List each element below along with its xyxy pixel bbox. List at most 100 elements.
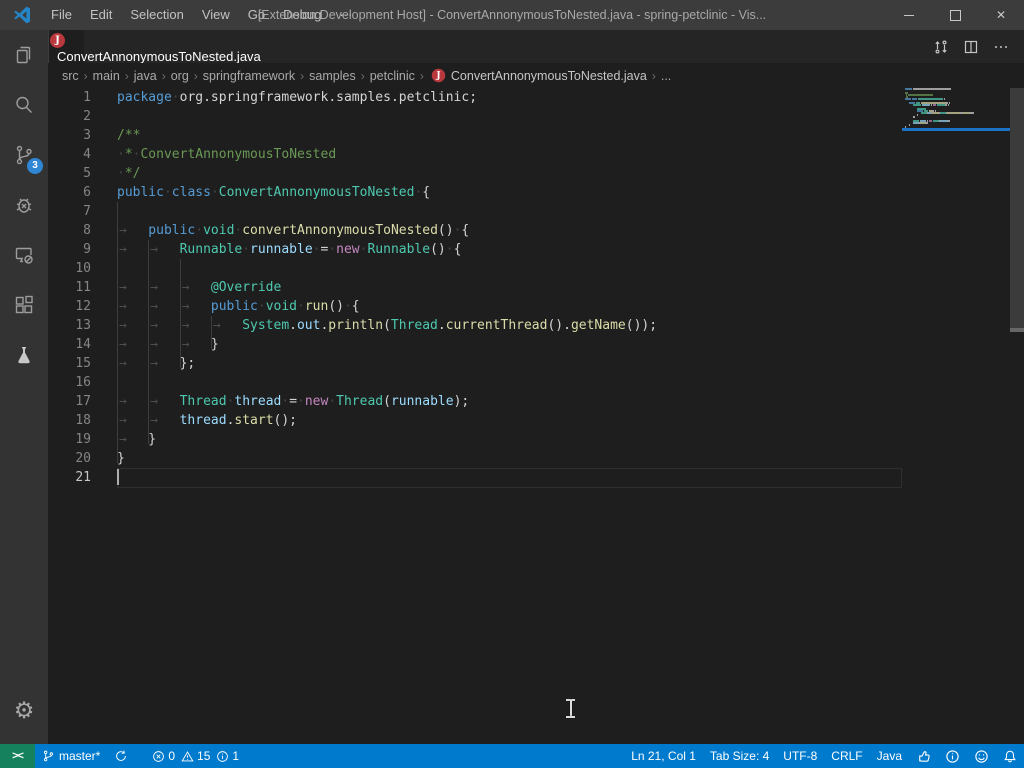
breadcrumb-item[interactable]: springframework: [203, 69, 295, 83]
breadcrumb-item[interactable]: org: [171, 69, 189, 83]
code-line[interactable]: →→→→System.out.println(Thread.currentThr…: [117, 316, 904, 335]
minimap-current-line: [902, 128, 1010, 131]
minimap-content: [905, 88, 1010, 130]
activity-remote-explorer[interactable]: [0, 230, 48, 280]
tab-label: ConvertAnnonymousToNested.java: [57, 49, 261, 64]
code-line[interactable]: }: [117, 449, 904, 468]
explorer-icon: [12, 43, 36, 67]
remote-indicator[interactable]: ><: [0, 744, 35, 768]
status-bar: >< master* 0 15 1 Ln 21, Col 1 Tab Size:…: [0, 744, 1024, 768]
code-line[interactable]: package·org.springframework.samples.petc…: [117, 88, 904, 107]
line-number: 19: [48, 430, 112, 449]
tab-active-file[interactable]: J ConvertAnnonymousToNested.java ✕: [48, 30, 84, 63]
more-actions-button[interactable]: [986, 34, 1016, 60]
menu-overflow[interactable]: ···: [330, 0, 361, 30]
line-number: 3: [48, 126, 112, 145]
activity-extensions[interactable]: [0, 280, 48, 330]
java-server-status[interactable]: [909, 744, 938, 768]
git-branch-icon: [42, 749, 55, 763]
code-line[interactable]: ·*/: [117, 164, 904, 183]
breadcrumb-item[interactable]: petclinic: [370, 69, 415, 83]
code-token: (: [383, 318, 391, 333]
java-status-info[interactable]: [938, 744, 967, 768]
encoding-status[interactable]: UTF-8: [776, 744, 824, 768]
settings-gear-icon: ⚙: [14, 700, 35, 723]
activity-debug[interactable]: [0, 180, 48, 230]
code-token: Thread: [180, 394, 227, 409]
editor-actions: [926, 30, 1016, 63]
code-line[interactable]: [117, 468, 904, 487]
activity-settings[interactable]: ⚙: [0, 686, 48, 736]
breadcrumb-item[interactable]: src: [62, 69, 79, 83]
code-token: Runnable: [180, 242, 243, 257]
menu-go[interactable]: Go: [239, 0, 274, 30]
activity-test-explorer[interactable]: [0, 330, 48, 380]
menu-edit[interactable]: Edit: [81, 0, 121, 30]
code-token: new: [305, 394, 328, 409]
space-whitespace: ·: [117, 166, 125, 181]
feedback[interactable]: [967, 744, 996, 768]
remote-explorer-icon: [12, 243, 36, 267]
code-token: ().: [547, 318, 570, 333]
code-line[interactable]: →→};: [117, 354, 904, 373]
problems-status[interactable]: 0 15 1: [139, 744, 246, 768]
menu-debug[interactable]: Debug: [274, 0, 330, 30]
scrollbar-slider[interactable]: [1010, 88, 1024, 328]
code-line[interactable]: public·class·ConvertAnnonymousToNested·{: [117, 183, 904, 202]
menu-file[interactable]: File: [42, 0, 81, 30]
activity-search[interactable]: [0, 80, 48, 130]
git-branch-status[interactable]: master*: [35, 744, 107, 768]
open-changes-button[interactable]: [926, 34, 956, 60]
code-line[interactable]: →→thread.start();: [117, 411, 904, 430]
code-line[interactable]: →public·void·convertAnnonymousToNested()…: [117, 221, 904, 240]
eol-status[interactable]: CRLF: [824, 744, 869, 768]
code-token: getName: [571, 318, 626, 333]
code-token: package: [117, 90, 172, 105]
close-icon: ✕: [996, 8, 1006, 22]
scm-badge: 3: [27, 158, 43, 174]
breadcrumb-overflow[interactable]: ...: [661, 69, 671, 83]
line-number: 2: [48, 107, 112, 126]
code-line[interactable]: →}: [117, 430, 904, 449]
code-line[interactable]: →→→@Override: [117, 278, 904, 297]
minimap[interactable]: [905, 88, 1010, 744]
code-token: currentThread: [446, 318, 548, 333]
minimize-button[interactable]: [886, 0, 932, 30]
close-button[interactable]: ✕: [978, 0, 1024, 30]
cursor-position-status[interactable]: Ln 21, Col 1: [624, 744, 703, 768]
minimize-icon: [904, 15, 914, 16]
code-line[interactable]: [117, 373, 904, 392]
menu-view[interactable]: View: [193, 0, 239, 30]
warning-count: 15: [197, 749, 210, 763]
code-token: new: [336, 242, 359, 257]
java-file-icon: J: [432, 69, 446, 83]
code-lines[interactable]: package·org.springframework.samples.petc…: [117, 88, 904, 487]
code-line[interactable]: →→→public·void·run()·{: [117, 297, 904, 316]
code-line[interactable]: →→Runnable·runnable·=·new·Runnable()·{: [117, 240, 904, 259]
code-token: (): [328, 299, 344, 314]
extensions-icon: [12, 293, 36, 317]
activity-source-control[interactable]: 3: [0, 130, 48, 180]
breadcrumb-file[interactable]: ConvertAnnonymousToNested.java: [451, 69, 647, 83]
indentation-status[interactable]: Tab Size: 4: [703, 744, 776, 768]
test-flask-icon: [12, 343, 36, 367]
breadcrumb-item[interactable]: java: [134, 69, 157, 83]
language-mode-status[interactable]: Java: [870, 744, 909, 768]
code-line[interactable]: [117, 259, 904, 278]
code-line[interactable]: /**: [117, 126, 904, 145]
code-line[interactable]: →→Thread·thread·=·new·Thread(runnable);: [117, 392, 904, 411]
code-line[interactable]: ·*·ConvertAnnonymousToNested: [117, 145, 904, 164]
chevron-right-icon: ›: [162, 69, 166, 83]
split-editor-button[interactable]: [956, 34, 986, 60]
code-line[interactable]: [117, 107, 904, 126]
vertical-scrollbar[interactable]: [1010, 88, 1024, 744]
notifications[interactable]: [996, 744, 1024, 768]
activity-explorer[interactable]: [0, 30, 48, 80]
sync-status[interactable]: [107, 744, 139, 768]
menu-selection[interactable]: Selection: [121, 0, 192, 30]
code-line[interactable]: [117, 202, 904, 221]
maximize-button[interactable]: [932, 0, 978, 30]
breadcrumb-item[interactable]: main: [93, 69, 120, 83]
breadcrumb-item[interactable]: samples: [309, 69, 356, 83]
code-editor[interactable]: 123456789101112131415161718192021 packag…: [48, 88, 1024, 744]
